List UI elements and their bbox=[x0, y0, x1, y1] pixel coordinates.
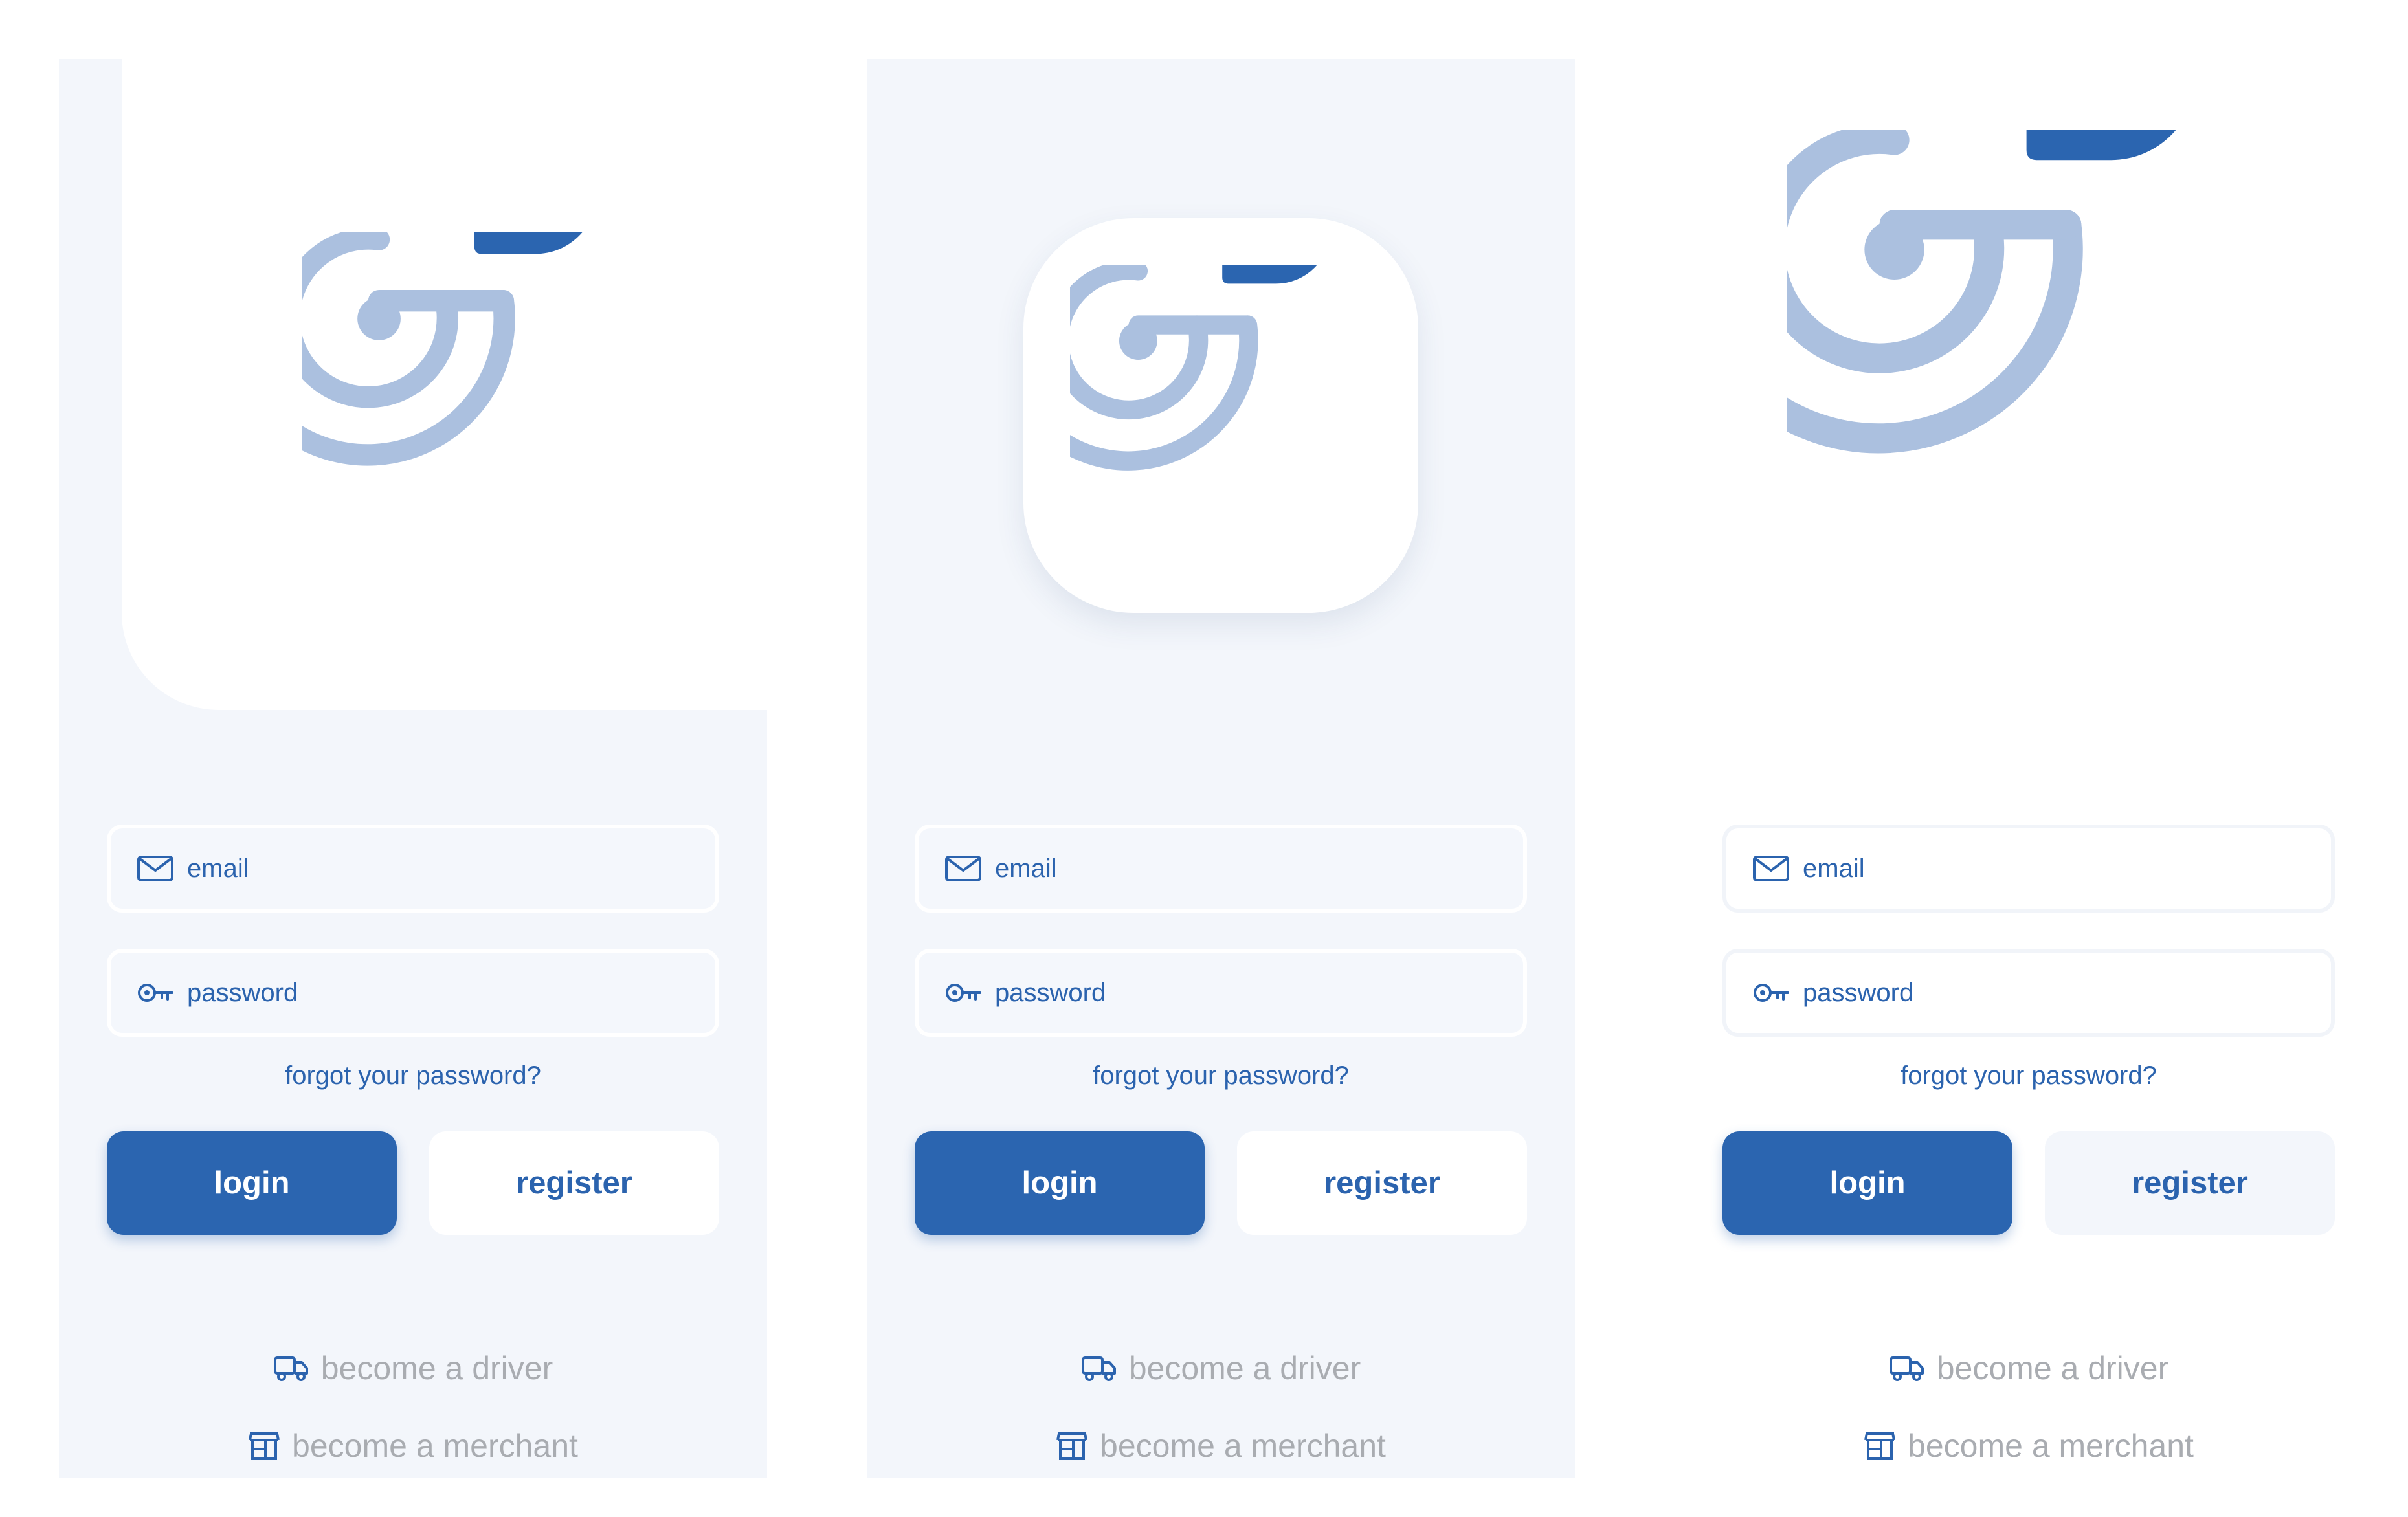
password-placeholder: password bbox=[995, 979, 1106, 1007]
login-screen-variant-2: email password forgot your password? log… bbox=[867, 59, 1575, 1478]
register-button[interactable]: register bbox=[1237, 1131, 1527, 1235]
password-placeholder: password bbox=[187, 979, 298, 1007]
truck-icon bbox=[1889, 1356, 1924, 1381]
forgot-password-link[interactable]: forgot your password? bbox=[1722, 1060, 2335, 1091]
forgot-password-link[interactable]: forgot your password? bbox=[107, 1060, 719, 1091]
become-driver-link[interactable]: become a driver bbox=[915, 1345, 1527, 1391]
envelope-icon bbox=[1753, 856, 1789, 881]
storefront-icon bbox=[1864, 1432, 1896, 1460]
truck-icon bbox=[273, 1356, 308, 1381]
key-icon bbox=[1754, 984, 1789, 1002]
become-merchant-link[interactable]: become a merchant bbox=[107, 1423, 719, 1468]
email-field[interactable]: email bbox=[915, 825, 1527, 913]
app-logo-icon bbox=[1070, 265, 1317, 471]
become-merchant-link[interactable]: become a merchant bbox=[915, 1423, 1527, 1468]
storefront-icon bbox=[1056, 1432, 1088, 1460]
login-button[interactable]: login bbox=[1722, 1131, 2012, 1235]
become-driver-link[interactable]: become a driver bbox=[107, 1345, 719, 1391]
login-screen-variant-3: email password forgot your password? log… bbox=[1675, 59, 2383, 1478]
password-field[interactable]: password bbox=[1722, 949, 2335, 1037]
register-button[interactable]: register bbox=[429, 1131, 719, 1235]
become-merchant-label: become a merchant bbox=[1908, 1428, 2194, 1464]
become-driver-label: become a driver bbox=[320, 1350, 553, 1386]
password-placeholder: password bbox=[1803, 979, 1914, 1007]
login-button[interactable]: login bbox=[915, 1131, 1205, 1235]
email-placeholder: email bbox=[187, 854, 249, 883]
password-field[interactable]: password bbox=[107, 949, 719, 1037]
email-field[interactable]: email bbox=[107, 825, 719, 913]
forgot-password-link[interactable]: forgot your password? bbox=[915, 1060, 1527, 1091]
login-screen-variant-1: email password forgot your password? log… bbox=[59, 59, 767, 1478]
logo-tile bbox=[122, 59, 767, 710]
email-field[interactable]: email bbox=[1722, 825, 2335, 913]
envelope-icon bbox=[137, 856, 173, 881]
email-placeholder: email bbox=[995, 854, 1057, 883]
app-icon-tile bbox=[1023, 218, 1418, 613]
key-icon bbox=[138, 984, 173, 1002]
become-driver-link[interactable]: become a driver bbox=[1722, 1345, 2335, 1391]
register-button[interactable]: register bbox=[2045, 1131, 2335, 1235]
app-logo-icon bbox=[1787, 130, 2176, 454]
login-button[interactable]: login bbox=[107, 1131, 397, 1235]
key-icon bbox=[946, 984, 981, 1002]
become-driver-label: become a driver bbox=[1936, 1350, 2169, 1386]
app-logo-icon bbox=[302, 232, 583, 466]
truck-icon bbox=[1081, 1356, 1116, 1381]
password-field[interactable]: password bbox=[915, 949, 1527, 1037]
storefront-icon bbox=[249, 1432, 280, 1460]
become-merchant-label: become a merchant bbox=[292, 1428, 578, 1464]
envelope-icon bbox=[945, 856, 981, 881]
become-driver-label: become a driver bbox=[1128, 1350, 1361, 1386]
become-merchant-link[interactable]: become a merchant bbox=[1722, 1423, 2335, 1468]
become-merchant-label: become a merchant bbox=[1100, 1428, 1386, 1464]
email-placeholder: email bbox=[1803, 854, 1865, 883]
